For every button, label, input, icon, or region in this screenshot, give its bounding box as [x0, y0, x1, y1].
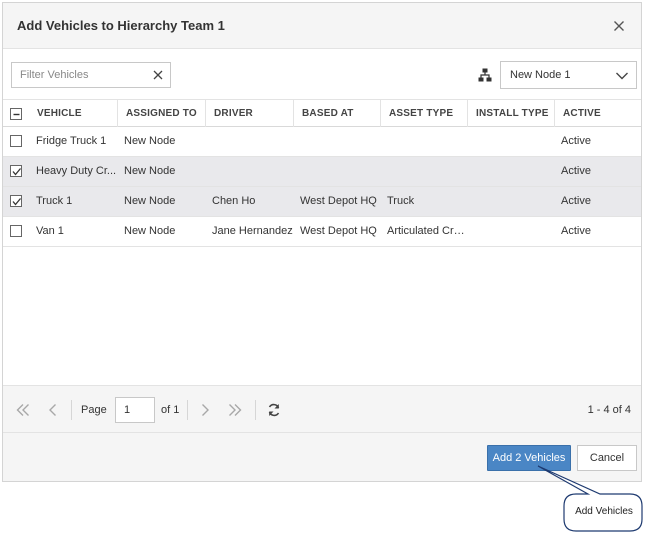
cell-based-at: [292, 157, 380, 186]
cell-active: Active: [561, 195, 591, 207]
cell-vehicle: Fridge Truck 1: [36, 135, 107, 147]
close-icon: [614, 21, 624, 31]
cell-install-type: [466, 157, 554, 186]
indeterminate-icon: [13, 113, 20, 116]
filter-vehicles-input[interactable]: [12, 63, 148, 87]
dialog-footer: Add 2 Vehicles Cancel: [3, 433, 641, 481]
row-checkbox[interactable]: [10, 195, 22, 207]
page-number-input[interactable]: [115, 397, 155, 423]
cell-install-type: [466, 127, 554, 156]
dialog-title: Add Vehicles to Hierarchy Team 1: [17, 18, 225, 33]
column-header-active[interactable]: ACTIVE: [554, 100, 641, 127]
hierarchy-icon: [478, 68, 492, 82]
select-all-checkbox[interactable]: [10, 108, 22, 120]
previous-page-button[interactable]: [45, 402, 61, 418]
cell-active: Active: [561, 165, 591, 177]
cell-asset-type: Truck: [387, 195, 415, 207]
cell-vehicle: Truck 1: [36, 195, 73, 207]
cell-assigned-to: New Node: [124, 165, 176, 177]
cell-driver: Jane Hernandez: [212, 225, 293, 237]
cell-active: Active: [561, 225, 591, 237]
column-header-driver[interactable]: DRIVER: [205, 100, 293, 127]
page-total-label: of 1: [161, 404, 180, 416]
checkmark-icon: [12, 168, 21, 176]
cell-asset-type: [379, 127, 467, 156]
first-page-button[interactable]: [15, 402, 31, 418]
table-row[interactable]: Fridge Truck 1 New Node Active: [3, 127, 641, 157]
chevron-left-icon: [49, 404, 56, 416]
grid-header: VEHICLE ASSIGNED TO DRIVER BASED AT ASSE…: [3, 99, 641, 127]
clear-icon: [153, 70, 163, 80]
cell-vehicle: Van 1: [36, 225, 64, 237]
column-header-assigned-to[interactable]: ASSIGNED TO: [117, 100, 205, 127]
cell-assigned-to: New Node: [124, 195, 176, 207]
table-row[interactable]: Heavy Duty Cr... New Node Active: [3, 157, 641, 187]
cell-driver: Chen Ho: [212, 195, 256, 207]
add-vehicles-button[interactable]: Add 2 Vehicles: [487, 445, 571, 471]
chevron-down-icon: [616, 72, 628, 80]
cancel-button[interactable]: Cancel: [577, 445, 637, 471]
next-page-button[interactable]: [197, 402, 213, 418]
callout-text: Add Vehicles: [575, 506, 633, 517]
row-checkbox[interactable]: [10, 225, 22, 237]
record-count-label: 1 - 4 of 4: [587, 404, 631, 416]
cell-driver: [204, 157, 293, 186]
cell-install-type: [466, 187, 554, 216]
column-header-install-type[interactable]: INSTALL TYPE: [467, 100, 554, 127]
close-button[interactable]: [609, 16, 629, 36]
cell-assigned-to: New Node: [124, 225, 176, 237]
cell-asset-type: [379, 157, 467, 186]
row-checkbox[interactable]: [10, 165, 22, 177]
dialog-toolbar: New Node 1: [3, 49, 641, 99]
column-header-based-at[interactable]: BASED AT: [293, 100, 380, 127]
filter-vehicles-box: [11, 62, 171, 88]
pager-divider: [255, 400, 256, 420]
pager-bar: Page of 1 1 - 4 of 4: [3, 385, 641, 433]
cell-active: Active: [561, 135, 591, 147]
checkmark-icon: [12, 198, 21, 206]
table-row[interactable]: Van 1 New Node Jane Hernandez West Depot…: [3, 217, 641, 247]
pager-divider: [187, 400, 188, 420]
column-header-asset-type[interactable]: ASSET TYPE: [380, 100, 467, 127]
cell-based-at: [292, 127, 380, 156]
table-row[interactable]: Truck 1 New Node Chen Ho West Depot HQ T…: [3, 187, 641, 217]
chevron-right-icon: [202, 404, 209, 416]
cell-install-type: [466, 217, 554, 246]
dialog-header: Add Vehicles to Hierarchy Team 1: [3, 3, 641, 49]
add-vehicles-dialog: Add Vehicles to Hierarchy Team 1 Filter …: [2, 2, 642, 482]
cell-driver: [204, 127, 293, 156]
page-label: Page: [81, 404, 107, 416]
cell-asset-type: Articulated Crane: [387, 225, 467, 237]
column-header-vehicle[interactable]: VEHICLE: [29, 100, 117, 127]
cell-based-at: West Depot HQ: [300, 195, 377, 207]
cell-vehicle: Heavy Duty Cr...: [36, 165, 117, 177]
pager-divider: [71, 400, 72, 420]
double-chevron-right-icon: [229, 404, 242, 416]
double-chevron-left-icon: [16, 404, 29, 416]
refresh-icon: [268, 403, 280, 417]
cell-based-at: West Depot HQ: [300, 225, 377, 237]
filter-clear-button[interactable]: [151, 68, 165, 82]
refresh-button[interactable]: [266, 402, 282, 418]
row-checkbox[interactable]: [10, 135, 22, 147]
cell-assigned-to: New Node: [124, 135, 176, 147]
node-select-dropdown[interactable]: New Node 1: [500, 61, 637, 89]
node-select-value: New Node 1: [510, 69, 571, 81]
last-page-button[interactable]: [227, 402, 243, 418]
